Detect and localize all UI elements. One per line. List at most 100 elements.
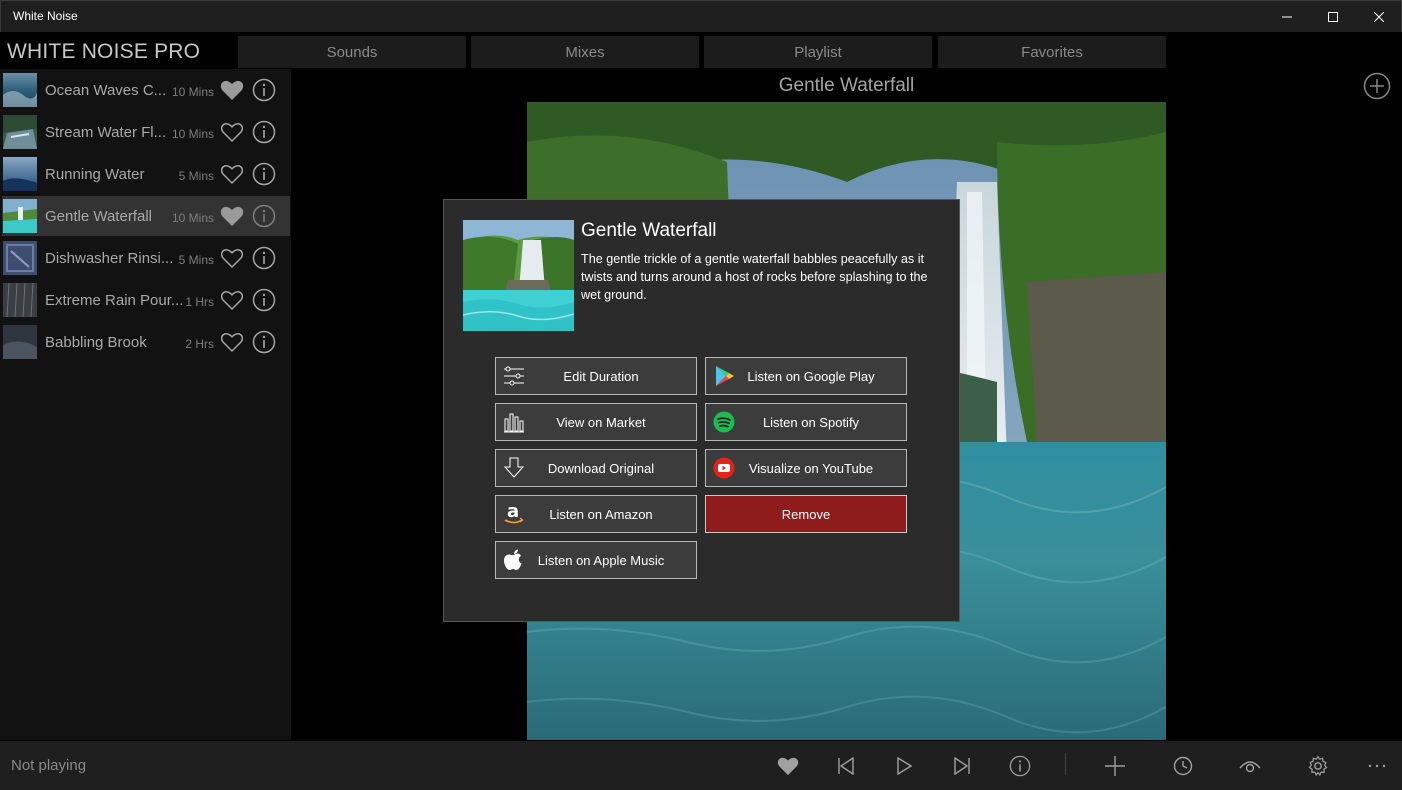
playlist-item[interactable]: Extreme Rain Pour... 1 Hrs [2,280,290,320]
heart-filled-icon[interactable] [220,79,244,101]
playlist-item[interactable]: Ocean Waves C... 10 Mins [2,70,290,110]
info-icon[interactable] [252,120,276,144]
sound-thumbnail [3,241,37,275]
remove-button[interactable]: Remove [705,495,907,533]
view-on-market-button[interactable]: View on Market [495,403,697,441]
tab-sounds[interactable]: Sounds [238,36,466,68]
previous-button[interactable] [833,753,859,779]
more-dots-icon [1368,764,1386,768]
sound-duration: 2 Hrs [185,337,214,351]
edit-duration-button[interactable]: Edit Duration [495,357,697,395]
playlist-item[interactable]: Dishwasher Rinsi... 5 Mins [2,238,290,278]
visualizer-button[interactable] [1237,753,1263,779]
info-icon[interactable] [252,246,276,270]
plus-icon [1105,756,1125,776]
tab-favorites[interactable]: Favorites [938,36,1166,68]
sound-duration: 5 Mins [178,169,214,183]
toolbar-separator [1065,753,1066,775]
button-label: Visualize on YouTube [748,460,874,476]
more-button[interactable] [1364,753,1390,779]
dialog-description: The gentle trickle of a gentle waterfall… [581,252,928,302]
minimize-button[interactable] [1264,1,1310,33]
skip-previous-icon [838,757,854,775]
download-original-button[interactable]: Download Original [495,449,697,487]
minimize-icon [1282,16,1292,18]
visualize-on-youtube-button[interactable]: Visualize on YouTube [705,449,907,487]
sound-name: Stream Water Fl... [45,124,167,141]
now-title: Gentle Waterfall [778,75,915,96]
sound-thumbnail [3,325,37,359]
bottom-bar: Not playing [0,741,1402,790]
heart-filled-icon[interactable] [220,205,244,227]
market-icon [502,410,526,434]
info-icon[interactable] [252,162,276,186]
button-label: Remove [781,506,831,522]
sound-duration: 10 Mins [171,85,214,99]
heart-outline-icon[interactable] [220,289,244,311]
sound-name: Dishwasher Rinsi... [45,250,174,267]
button-label: Listen on Spotify [762,414,860,430]
sound-thumbnail [3,283,37,317]
tab-mixes[interactable]: Mixes [471,36,699,68]
next-button[interactable] [949,753,975,779]
heart-outline-icon[interactable] [220,247,244,269]
eye-icon [1239,761,1261,773]
heart-outline-icon[interactable] [220,121,244,143]
clock-icon [1173,756,1193,776]
sound-name: Ocean Waves C... [45,82,167,99]
maximize-icon [1328,12,1338,22]
apple-icon [502,548,526,572]
sound-duration: 5 Mins [178,253,214,267]
settings-button[interactable] [1305,753,1331,779]
sound-name: Running Water [45,166,145,183]
add-circle-icon[interactable] [1363,72,1391,100]
sound-thumbnail [3,73,37,107]
info-icon[interactable] [252,288,276,312]
sound-duration: 1 Hrs [185,295,214,309]
favorite-button[interactable] [775,753,801,779]
playlist-item[interactable]: Babbling Brook 2 Hrs [2,322,290,362]
listen-on-google-play-button[interactable]: Listen on Google Play [705,357,907,395]
playlist-item[interactable]: Running Water 5 Mins [2,154,290,194]
sound-details-dialog: Gentle Waterfall The gentle trickle of a… [443,199,960,622]
button-label: Download Original [547,460,655,476]
info-icon[interactable] [252,204,276,228]
heart-outline-icon[interactable] [220,331,244,353]
timer-button[interactable] [1170,753,1196,779]
title-bar: White Noise [0,0,1402,32]
window-title: White Noise [13,9,78,23]
button-label: Edit Duration [563,368,639,384]
sound-name: Gentle Waterfall [45,208,152,225]
spotify-icon [712,410,736,434]
google-play-icon [712,364,736,388]
playlist-item-selected[interactable]: Gentle Waterfall 10 Mins [2,196,290,236]
close-icon [1374,12,1384,22]
info-button[interactable] [1007,753,1033,779]
play-icon [897,757,912,775]
playlist-item[interactable]: Stream Water Fl... 10 Mins [2,112,290,152]
heart-outline-icon[interactable] [220,163,244,185]
sound-thumbnail [3,157,37,191]
heart-filled-icon [777,757,799,776]
amazon-icon: a [502,502,526,526]
sound-thumbnail [3,115,37,149]
listen-on-amazon-button[interactable]: a Listen on Amazon [495,495,697,533]
info-icon[interactable] [252,78,276,102]
add-button[interactable] [1102,753,1128,779]
playback-status: Not playing [11,757,87,774]
dialog-thumbnail [463,220,574,331]
dialog-title: Gentle Waterfall [581,220,717,241]
maximize-button[interactable] [1310,1,1356,33]
info-icon[interactable] [252,330,276,354]
download-icon [502,456,526,480]
sound-name: Babbling Brook [45,334,147,351]
close-button[interactable] [1356,1,1402,33]
sound-thumbnail [3,199,37,233]
play-button[interactable] [891,753,917,779]
listen-on-spotify-button[interactable]: Listen on Spotify [705,403,907,441]
sound-name: Extreme Rain Pour... [45,292,184,309]
tab-playlist[interactable]: Playlist [704,36,932,68]
sound-duration: 10 Mins [171,211,214,225]
listen-on-apple-music-button[interactable]: Listen on Apple Music [495,541,697,579]
skip-next-icon [954,757,970,775]
